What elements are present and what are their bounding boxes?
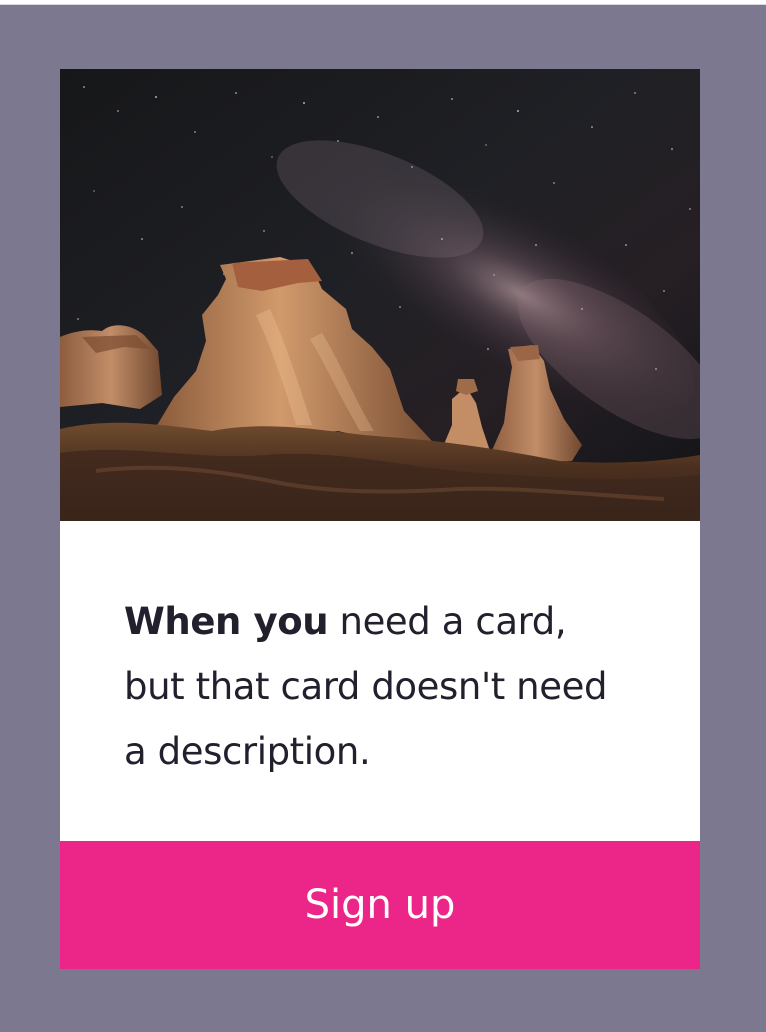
card-hero-image bbox=[60, 69, 700, 521]
signup-card: When you need a card, but that card does… bbox=[60, 69, 700, 969]
page-background: When you need a card, but that card does… bbox=[0, 4, 766, 1032]
card-content: When you need a card, but that card does… bbox=[60, 521, 700, 841]
card-headline: When you need a card, but that card does… bbox=[124, 589, 624, 784]
headline-bold-text: When you bbox=[124, 600, 329, 643]
sign-up-button[interactable]: Sign up bbox=[60, 841, 700, 969]
